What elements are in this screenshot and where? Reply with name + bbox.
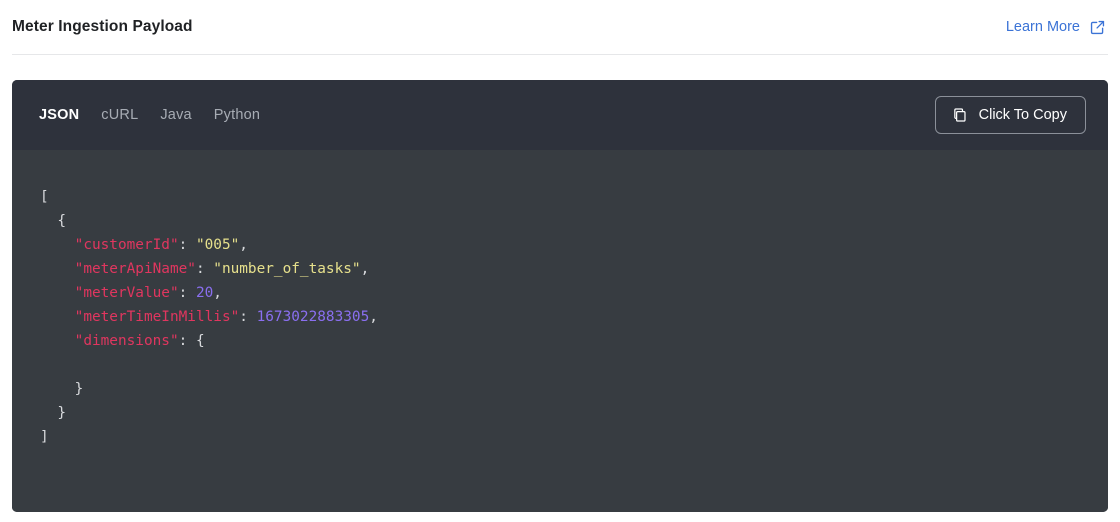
code-token-key: "meterValue" <box>74 285 179 301</box>
copy-button-label: Click To Copy <box>978 107 1067 123</box>
code-line: } <box>40 377 1108 401</box>
code-token-punc: , <box>369 309 378 325</box>
code-line: { <box>40 209 1108 233</box>
code-token-punc: ] <box>40 429 49 445</box>
page-header: Meter Ingestion Payload Learn More <box>0 0 1120 54</box>
code-token-punc: , <box>360 261 370 277</box>
code-token-punc <box>40 333 75 349</box>
tab-json[interactable]: JSON <box>39 107 79 123</box>
code-token-punc: , <box>239 237 248 253</box>
tab-java[interactable]: Java <box>160 107 191 123</box>
code-token-key: "customerId" <box>74 237 179 253</box>
code-token-punc <box>40 309 75 325</box>
code-line: } <box>40 401 1108 425</box>
header-divider <box>12 54 1108 55</box>
code-token-punc: : { <box>178 333 205 349</box>
learn-more-link[interactable]: Learn More <box>1006 19 1108 36</box>
code-line: "meterValue": 20, <box>40 281 1108 305</box>
click-to-copy-button[interactable]: Click To Copy <box>934 96 1086 134</box>
learn-more-label: Learn More <box>1005 19 1080 35</box>
code-token-num: 20 <box>195 285 214 301</box>
page-title: Meter Ingestion Payload <box>12 18 193 35</box>
code-token-punc: : <box>178 285 196 301</box>
code-token-key: "meterTimeInMillis" <box>74 309 240 325</box>
code-token-punc: } <box>40 381 84 397</box>
code-token-punc <box>40 285 75 301</box>
code-token-str: "005" <box>195 237 240 253</box>
code-token-punc: { <box>40 213 66 229</box>
code-body[interactable]: [ { "customerId": "005", "meterApiName":… <box>12 150 1108 512</box>
code-line: "meterTimeInMillis": 1673022883305, <box>40 305 1108 329</box>
code-line: "meterApiName": "number_of_tasks", <box>40 257 1108 281</box>
code-token-punc: : <box>239 309 257 325</box>
tab-python[interactable]: Python <box>214 107 260 123</box>
code-line: "customerId": "005", <box>40 233 1108 257</box>
code-token-punc: [ <box>40 189 49 205</box>
code-token-punc: } <box>40 405 66 421</box>
json-code-block: [ { "customerId": "005", "meterApiName":… <box>40 185 1108 449</box>
code-panel: JSON cURL Java Python Click To Copy [ { … <box>12 80 1108 512</box>
code-token-key: "dimensions" <box>74 333 179 349</box>
code-panel-header: JSON cURL Java Python Click To Copy <box>12 80 1108 150</box>
code-line: ] <box>40 425 1108 449</box>
code-token-str: "number_of_tasks" <box>213 261 361 277</box>
code-token-num: 1673022883305 <box>256 309 370 325</box>
language-tabs: JSON cURL Java Python <box>39 107 260 123</box>
code-line: "dimensions": { <box>40 329 1108 353</box>
code-token-key: "meterApiName" <box>74 261 196 277</box>
code-token-punc: , <box>213 285 222 301</box>
copy-icon <box>952 107 968 123</box>
meter-ingestion-payload-page: Meter Ingestion Payload Learn More JSON … <box>0 0 1120 522</box>
code-token-punc: : <box>178 237 196 253</box>
code-token-punc <box>40 237 75 253</box>
code-token-punc <box>40 261 75 277</box>
external-link-icon <box>1089 19 1106 36</box>
tab-curl[interactable]: cURL <box>101 107 138 123</box>
code-token-punc: : <box>195 261 214 277</box>
code-line: [ <box>40 185 1108 209</box>
